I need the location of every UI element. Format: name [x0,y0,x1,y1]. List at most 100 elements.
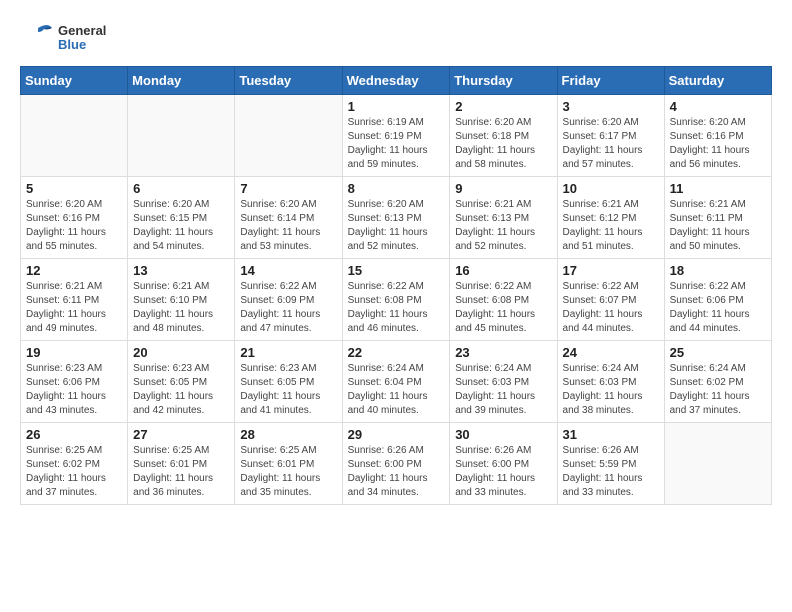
calendar-cell: 25 Sunrise: 6:24 AMSunset: 6:02 PMDaylig… [664,341,771,423]
day-number: 14 [240,263,336,278]
calendar-row: 19 Sunrise: 6:23 AMSunset: 6:06 PMDaylig… [21,341,772,423]
calendar-cell: 13 Sunrise: 6:21 AMSunset: 6:10 PMDaylig… [128,259,235,341]
calendar-cell: 5 Sunrise: 6:20 AMSunset: 6:16 PMDayligh… [21,177,128,259]
day-number: 4 [670,99,766,114]
logo: General Blue [20,20,106,56]
calendar-cell: 18 Sunrise: 6:22 AMSunset: 6:06 PMDaylig… [664,259,771,341]
calendar-cell: 4 Sunrise: 6:20 AMSunset: 6:16 PMDayligh… [664,95,771,177]
day-number: 28 [240,427,336,442]
page-header: General Blue [20,20,772,56]
day-number: 9 [455,181,551,196]
day-info: Sunrise: 6:24 AMSunset: 6:03 PMDaylight:… [455,363,535,416]
day-number: 13 [133,263,229,278]
calendar-cell [128,95,235,177]
day-number: 15 [348,263,445,278]
day-info: Sunrise: 6:20 AMSunset: 6:18 PMDaylight:… [455,117,535,170]
day-number: 24 [563,345,659,360]
day-number: 1 [348,99,445,114]
logo-general: General [58,24,106,38]
day-info: Sunrise: 6:22 AMSunset: 6:09 PMDaylight:… [240,281,320,334]
day-number: 7 [240,181,336,196]
day-info: Sunrise: 6:25 AMSunset: 6:01 PMDaylight:… [133,445,213,498]
calendar-row: 26 Sunrise: 6:25 AMSunset: 6:02 PMDaylig… [21,423,772,505]
calendar-cell: 22 Sunrise: 6:24 AMSunset: 6:04 PMDaylig… [342,341,450,423]
day-info: Sunrise: 6:26 AMSunset: 6:00 PMDaylight:… [348,445,428,498]
day-info: Sunrise: 6:24 AMSunset: 6:04 PMDaylight:… [348,363,428,416]
weekday-header: Saturday [664,67,771,95]
logo-bird-icon [20,20,56,56]
weekday-header: Sunday [21,67,128,95]
day-info: Sunrise: 6:26 AMSunset: 6:00 PMDaylight:… [455,445,535,498]
day-info: Sunrise: 6:24 AMSunset: 6:03 PMDaylight:… [563,363,643,416]
day-info: Sunrise: 6:21 AMSunset: 6:12 PMDaylight:… [563,199,643,252]
calendar-cell: 8 Sunrise: 6:20 AMSunset: 6:13 PMDayligh… [342,177,450,259]
calendar-cell: 1 Sunrise: 6:19 AMSunset: 6:19 PMDayligh… [342,95,450,177]
day-number: 3 [563,99,659,114]
day-info: Sunrise: 6:26 AMSunset: 5:59 PMDaylight:… [563,445,643,498]
calendar-row: 1 Sunrise: 6:19 AMSunset: 6:19 PMDayligh… [21,95,772,177]
calendar-cell: 29 Sunrise: 6:26 AMSunset: 6:00 PMDaylig… [342,423,450,505]
day-info: Sunrise: 6:20 AMSunset: 6:16 PMDaylight:… [670,117,750,170]
day-number: 12 [26,263,122,278]
calendar-cell: 9 Sunrise: 6:21 AMSunset: 6:13 PMDayligh… [450,177,557,259]
day-number: 25 [670,345,766,360]
calendar-row: 12 Sunrise: 6:21 AMSunset: 6:11 PMDaylig… [21,259,772,341]
day-info: Sunrise: 6:22 AMSunset: 6:06 PMDaylight:… [670,281,750,334]
day-number: 21 [240,345,336,360]
calendar-cell: 23 Sunrise: 6:24 AMSunset: 6:03 PMDaylig… [450,341,557,423]
calendar-cell: 31 Sunrise: 6:26 AMSunset: 5:59 PMDaylig… [557,423,664,505]
day-info: Sunrise: 6:20 AMSunset: 6:16 PMDaylight:… [26,199,106,252]
calendar-cell: 6 Sunrise: 6:20 AMSunset: 6:15 PMDayligh… [128,177,235,259]
day-info: Sunrise: 6:20 AMSunset: 6:15 PMDaylight:… [133,199,213,252]
weekday-header: Friday [557,67,664,95]
day-number: 10 [563,181,659,196]
calendar-cell: 12 Sunrise: 6:21 AMSunset: 6:11 PMDaylig… [21,259,128,341]
day-info: Sunrise: 6:19 AMSunset: 6:19 PMDaylight:… [348,117,428,170]
weekday-header-row: SundayMondayTuesdayWednesdayThursdayFrid… [21,67,772,95]
day-number: 23 [455,345,551,360]
day-number: 30 [455,427,551,442]
calendar-cell: 24 Sunrise: 6:24 AMSunset: 6:03 PMDaylig… [557,341,664,423]
calendar-cell: 19 Sunrise: 6:23 AMSunset: 6:06 PMDaylig… [21,341,128,423]
day-info: Sunrise: 6:21 AMSunset: 6:11 PMDaylight:… [26,281,106,334]
weekday-header: Tuesday [235,67,342,95]
calendar-cell: 7 Sunrise: 6:20 AMSunset: 6:14 PMDayligh… [235,177,342,259]
calendar-cell: 26 Sunrise: 6:25 AMSunset: 6:02 PMDaylig… [21,423,128,505]
day-number: 22 [348,345,445,360]
calendar-cell: 16 Sunrise: 6:22 AMSunset: 6:08 PMDaylig… [450,259,557,341]
calendar-cell: 14 Sunrise: 6:22 AMSunset: 6:09 PMDaylig… [235,259,342,341]
day-info: Sunrise: 6:22 AMSunset: 6:07 PMDaylight:… [563,281,643,334]
day-info: Sunrise: 6:22 AMSunset: 6:08 PMDaylight:… [348,281,428,334]
day-number: 19 [26,345,122,360]
day-number: 26 [26,427,122,442]
day-number: 20 [133,345,229,360]
calendar-cell: 28 Sunrise: 6:25 AMSunset: 6:01 PMDaylig… [235,423,342,505]
day-info: Sunrise: 6:23 AMSunset: 6:06 PMDaylight:… [26,363,106,416]
day-info: Sunrise: 6:20 AMSunset: 6:17 PMDaylight:… [563,117,643,170]
day-number: 2 [455,99,551,114]
calendar-cell [664,423,771,505]
day-info: Sunrise: 6:23 AMSunset: 6:05 PMDaylight:… [133,363,213,416]
day-info: Sunrise: 6:22 AMSunset: 6:08 PMDaylight:… [455,281,535,334]
day-number: 29 [348,427,445,442]
day-info: Sunrise: 6:20 AMSunset: 6:14 PMDaylight:… [240,199,320,252]
day-info: Sunrise: 6:21 AMSunset: 6:10 PMDaylight:… [133,281,213,334]
day-number: 8 [348,181,445,196]
calendar: SundayMondayTuesdayWednesdayThursdayFrid… [20,66,772,505]
day-info: Sunrise: 6:21 AMSunset: 6:11 PMDaylight:… [670,199,750,252]
weekday-header: Monday [128,67,235,95]
weekday-header: Wednesday [342,67,450,95]
day-info: Sunrise: 6:21 AMSunset: 6:13 PMDaylight:… [455,199,535,252]
day-number: 18 [670,263,766,278]
calendar-cell: 27 Sunrise: 6:25 AMSunset: 6:01 PMDaylig… [128,423,235,505]
day-number: 5 [26,181,122,196]
day-number: 6 [133,181,229,196]
weekday-header: Thursday [450,67,557,95]
day-number: 11 [670,181,766,196]
day-number: 16 [455,263,551,278]
calendar-cell: 15 Sunrise: 6:22 AMSunset: 6:08 PMDaylig… [342,259,450,341]
calendar-cell: 11 Sunrise: 6:21 AMSunset: 6:11 PMDaylig… [664,177,771,259]
calendar-cell: 17 Sunrise: 6:22 AMSunset: 6:07 PMDaylig… [557,259,664,341]
calendar-cell [235,95,342,177]
day-number: 27 [133,427,229,442]
